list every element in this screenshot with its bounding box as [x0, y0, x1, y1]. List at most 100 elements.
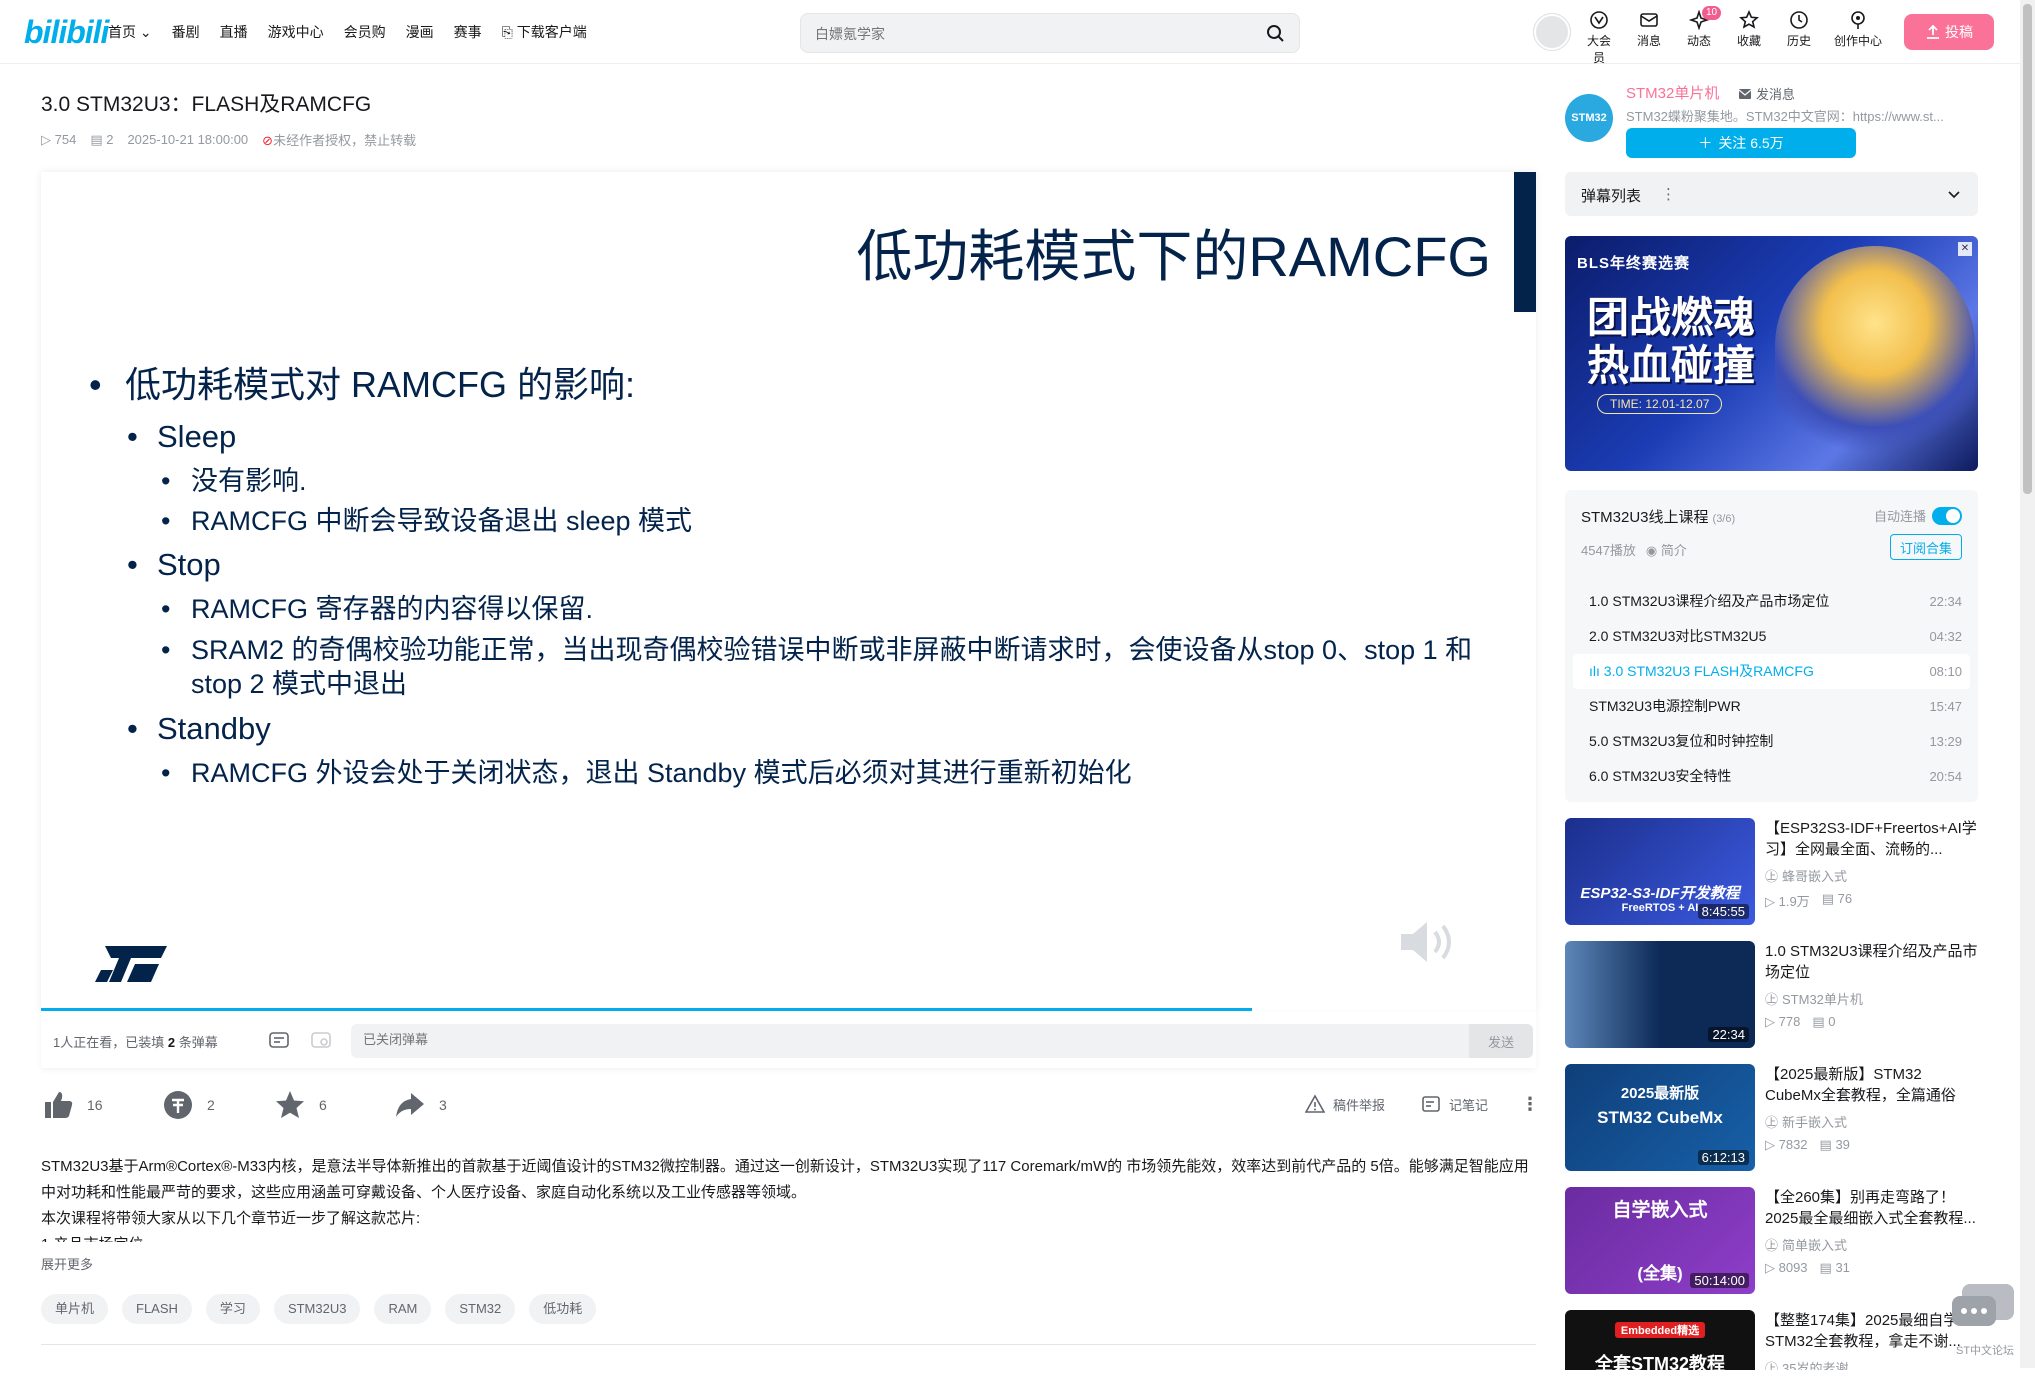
video-player[interactable]: 低功耗模式下的RAMCFG 低功耗模式对 RAMCFG 的影响: Sleep 没… — [41, 172, 1536, 1012]
history-button[interactable]: 历史 — [1782, 10, 1816, 66]
playlist-title: STM32U3线上课程 (3/6) — [1581, 509, 1736, 526]
tag[interactable]: STM32U3 — [273, 1294, 361, 1324]
message-icon — [1640, 13, 1658, 27]
danmaku-settings-icon[interactable] — [309, 1028, 333, 1052]
intro-link[interactable]: ◉ 简介 — [1646, 540, 1687, 559]
message-button[interactable]: 消息 — [1632, 10, 1666, 66]
search-icon[interactable] — [1265, 23, 1285, 43]
nav-home[interactable]: 首页 ⌄ — [108, 22, 152, 42]
nav-game-center[interactable]: 游戏中心 — [268, 22, 324, 42]
user-avatar[interactable] — [1534, 14, 1570, 50]
video-description: STM32U3基于Arm®Cortex®-M33内核，是意法半导体新推出的首款基… — [41, 1154, 1536, 1242]
recommend-thumbnail[interactable]: 自学嵌入式 (全集) 50:14:00 — [1565, 1187, 1755, 1294]
chat-bubble-icon[interactable] — [1948, 1280, 2018, 1340]
dynamic-button[interactable]: 10 动态 — [1682, 6, 1722, 66]
recommend-thumbnail[interactable]: Embedded精选 全套STM32教程 — [1565, 1310, 1755, 1370]
more-icon[interactable]: ⋮ — [1661, 185, 1676, 203]
tag-list: 单片机 FLASH 学习 STM32U3 RAM STM32 低功耗 — [41, 1294, 597, 1324]
slide-bullet: RAMCFG 中断会导致设备退出 sleep 模式 — [89, 501, 1509, 541]
playlist-item[interactable]: 2.0 STM32U3对比STM32U5 04:32 — [1573, 619, 1970, 654]
subscribe-collection-button[interactable]: 订阅合集 — [1890, 534, 1962, 560]
recommend-card[interactable]: 2025最新版 STM32 CubeMx 6:12:13 【2025最新版】ST… — [1565, 1064, 1978, 1171]
nav-live[interactable]: 直播 — [220, 22, 248, 42]
star-icon — [276, 1091, 304, 1118]
coin-button[interactable]: 2 — [161, 1088, 215, 1122]
up-icon: ㊤ — [1765, 1361, 1779, 1370]
expand-more-link[interactable]: 展开更多 — [41, 1254, 93, 1273]
nav-esports[interactable]: 赛事 — [454, 22, 482, 42]
creator-button[interactable]: 创作中心 — [1832, 10, 1884, 66]
recommend-stats: ▷ 8093 ▤ 31 — [1765, 1260, 1850, 1275]
search-input[interactable] — [815, 23, 1235, 45]
nav-anime[interactable]: 番剧 — [172, 22, 200, 42]
tag[interactable]: FLASH — [122, 1294, 192, 1324]
danmaku-list-panel[interactable]: 弹幕列表 ⋮ — [1565, 172, 1978, 216]
toggle-switch[interactable] — [1932, 506, 1962, 525]
recommend-stats: ▷ 1.9万 ▤ 76 — [1765, 891, 1853, 909]
recommend-up[interactable]: ㊤新手嵌入式 — [1765, 1112, 1978, 1131]
recommend-thumbnail[interactable]: 22:34 — [1565, 941, 1755, 1048]
report-button[interactable]: 稿件举报 — [1305, 1094, 1385, 1114]
recommend-up[interactable]: ㊤简单嵌入式 — [1765, 1235, 1978, 1254]
playlist-item[interactable]: 1.0 STM32U3课程介绍及产品市场定位 22:34 — [1573, 584, 1970, 619]
ad-banner[interactable]: BLS年终赛选赛 团战燃魂 热血碰撞 TIME: 12.01-12.07 ✕ — [1565, 236, 1978, 471]
close-icon[interactable]: ✕ — [1958, 242, 1972, 256]
slide-bullet: Stop — [89, 541, 1509, 589]
favorite-button[interactable]: 收藏 — [1732, 10, 1766, 66]
uploader-name[interactable]: STM32单片机 — [1626, 82, 1719, 103]
vip-button[interactable]: 大会员 — [1582, 10, 1616, 66]
nav-download[interactable]: ⎘ 下载客户端 — [502, 22, 587, 42]
recommend-card[interactable]: ESP32-S3-IDF开发教程 FreeRTOS + AI 8:45:55 【… — [1565, 818, 1978, 925]
playlist-item[interactable]: 5.0 STM32U3复位和时钟控制 13:29 — [1573, 724, 1970, 759]
recommend-title[interactable]: 1.0 STM32U3课程介绍及产品市场定位 — [1765, 941, 1978, 983]
playlist-item-active[interactable]: ılı 3.0 STM32U3 FLASH及RAMCFG 08:10 — [1573, 654, 1970, 689]
tag[interactable]: STM32 — [445, 1294, 516, 1324]
recommend-title[interactable]: 【ESP32S3-IDF+Freertos+AI学习】全网最全面、流畅的... — [1765, 818, 1978, 860]
recommend-card[interactable]: 自学嵌入式 (全集) 50:14:00 【全260集】别再走弯路了！2025最全… — [1565, 1187, 1978, 1294]
recommend-up[interactable]: ㊤ 35岁的老谢 — [1765, 1358, 1978, 1370]
upload-button[interactable]: 投稿 — [1904, 14, 1994, 50]
more-options-icon[interactable]: ⋮ — [1521, 1094, 1539, 1115]
scrollbar-thumb[interactable] — [2023, 4, 2032, 494]
bilibili-logo[interactable]: bilibili — [24, 14, 109, 51]
recommend-card[interactable]: Embedded精选 全套STM32教程 【整整174集】2025最细自学STM… — [1565, 1310, 1978, 1370]
recommend-card[interactable]: 22:34 1.0 STM32U3课程介绍及产品市场定位 ㊤ STM32单片机 ▷… — [1565, 941, 1978, 1048]
danmaku-toggle-icon[interactable] — [267, 1028, 291, 1052]
recommend-title[interactable]: 【2025最新版】STM32 CubeMx全套教程，全篇通俗易... — [1765, 1064, 1978, 1106]
danmaku-input[interactable] — [363, 1032, 1263, 1047]
share-button[interactable]: 3 — [393, 1088, 447, 1122]
recommend-title[interactable]: 【全260集】别再走弯路了！2025最全最细嵌入式全套教程... — [1765, 1187, 1978, 1229]
uploader-avatar[interactable]: STM32 — [1565, 94, 1613, 142]
like-button[interactable]: 16 — [41, 1088, 103, 1122]
recommend-up[interactable]: ㊤蜂哥嵌入式 — [1765, 866, 1978, 885]
slide-bullet: SRAM2 的奇偶校验功能正常，当出现奇偶校验错误中断或非屏蔽中断请求时，会使设… — [89, 629, 1509, 705]
danmaku-send-button[interactable]: 发送 — [1469, 1024, 1533, 1058]
header-icons: 大会员 消息 10 动态 收藏 历史 创作中心 — [1582, 6, 1884, 66]
publish-date: 2025-10-21 18:00:00 — [127, 132, 249, 147]
ad-character-image — [1775, 246, 1975, 466]
tag[interactable]: 单片机 — [41, 1294, 109, 1324]
follow-button[interactable]: ＋ 关注 6.5万 — [1626, 128, 1856, 158]
recommend-thumbnail[interactable]: 2025最新版 STM32 CubeMx 6:12:13 — [1565, 1064, 1755, 1171]
slide-bullet: Standby — [89, 705, 1509, 753]
favorite-icon — [1739, 10, 1759, 29]
tag[interactable]: 低功耗 — [529, 1294, 597, 1324]
upload-icon — [1927, 24, 1939, 39]
send-message-button[interactable]: 发消息 — [1738, 84, 1795, 103]
recommend-title[interactable]: 【整整174集】2025最细自学STM32全套教程，拿走不谢... — [1765, 1310, 1978, 1352]
favorite-video-button[interactable]: 6 — [273, 1088, 327, 1122]
nav-shop[interactable]: 会员购 — [344, 22, 386, 42]
tag[interactable]: 学习 — [205, 1294, 260, 1324]
playback-progress[interactable] — [41, 1008, 1252, 1011]
autoplay-toggle[interactable]: 自动连播 — [1874, 506, 1962, 525]
watching-info: 1人正在看，已装填 2 条弹幕 — [53, 1035, 218, 1050]
tag[interactable]: RAM — [374, 1294, 432, 1324]
up-icon: ㊤ — [1765, 1238, 1779, 1253]
playlist-item[interactable]: STM32U3电源控制PWR 15:47 — [1573, 689, 1970, 724]
recommend-thumbnail[interactable]: ESP32-S3-IDF开发教程 FreeRTOS + AI 8:45:55 — [1565, 818, 1755, 925]
recommend-up[interactable]: ㊤ STM32单片机 — [1765, 989, 1978, 1008]
playlist-item[interactable]: 6.0 STM32U3安全特性 20:54 — [1573, 759, 1970, 794]
note-button[interactable]: 记笔记 — [1421, 1094, 1488, 1114]
creator-icon — [1851, 11, 1865, 29]
nav-manga[interactable]: 漫画 — [406, 22, 434, 42]
